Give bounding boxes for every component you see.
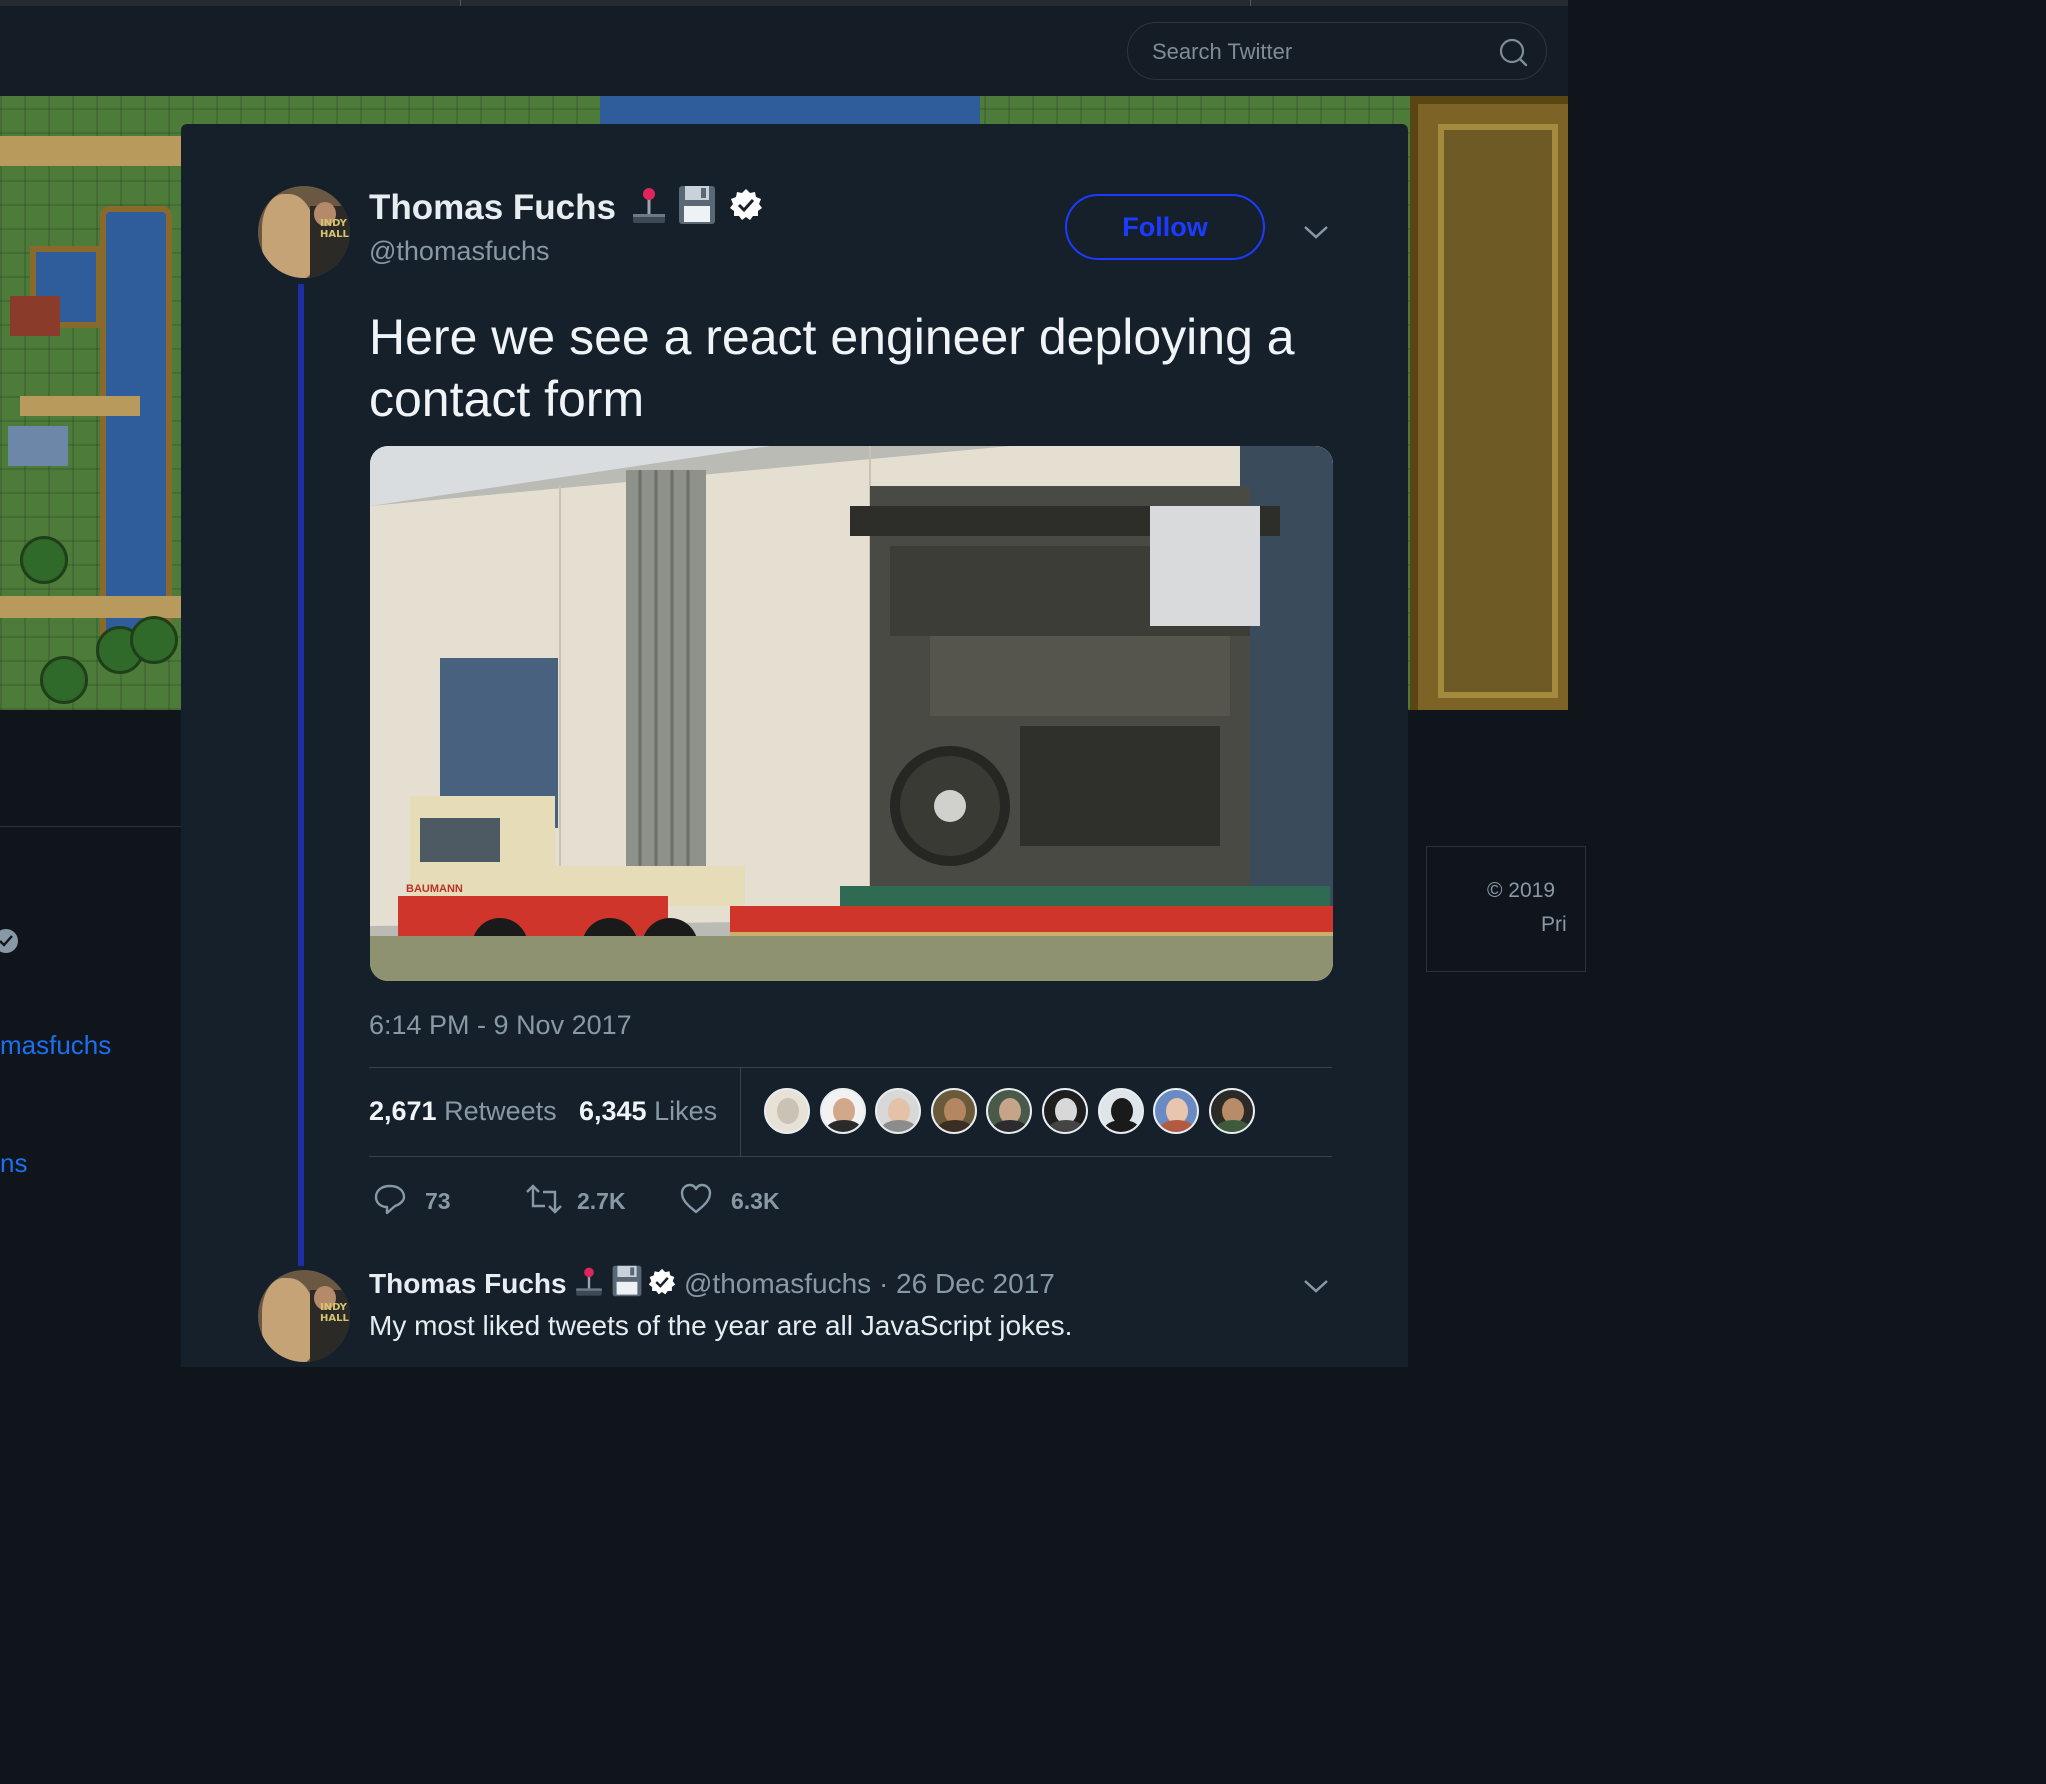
liker-avatar[interactable] <box>1098 1088 1144 1134</box>
liker-avatar[interactable] <box>986 1088 1032 1134</box>
likes-stat[interactable]: 6,345 Likes <box>579 1096 717 1127</box>
reply-text: My most liked tweets of the year are all… <box>369 1310 1073 1341</box>
author-name[interactable]: Thomas Fuchs <box>369 188 616 228</box>
liker-avatar[interactable] <box>1153 1088 1199 1134</box>
chevron-down-icon[interactable] <box>1303 224 1329 240</box>
search-box[interactable] <box>1127 22 1547 80</box>
retweet-count: 2.7K <box>577 1188 626 1214</box>
tweet-image[interactable]: BAUMANN <box>370 446 1333 981</box>
liker-avatar[interactable] <box>931 1088 977 1134</box>
reply-author-name[interactable]: Thomas Fuchs <box>369 1268 567 1300</box>
like-icon <box>680 1183 712 1214</box>
chevron-down-icon[interactable] <box>1303 1278 1329 1294</box>
floppy-disk-icon <box>677 184 717 231</box>
thread-line <box>298 284 304 1266</box>
divider <box>369 1067 1332 1068</box>
joystick-icon <box>629 186 669 231</box>
liker-avatar[interactable] <box>875 1088 921 1134</box>
liker-avatar[interactable] <box>764 1088 810 1134</box>
follow-button[interactable]: Follow <box>1065 194 1265 260</box>
privacy-link[interactable]: Pri <box>1541 913 1567 937</box>
liker-avatar[interactable] <box>1209 1088 1255 1134</box>
divider <box>0 826 181 827</box>
search-icon[interactable] <box>1498 37 1528 67</box>
verified-icon <box>648 1268 676 1301</box>
liker-avatar[interactable] <box>820 1088 866 1134</box>
reply-meta[interactable]: @thomasfuchs · 26 Dec 2017 <box>684 1268 1055 1300</box>
retweet-icon <box>526 1184 562 1214</box>
liker-avatar[interactable] <box>1042 1088 1088 1134</box>
joystick-icon <box>573 1266 605 1303</box>
floppy-disk-icon <box>611 1264 643 1303</box>
avatar-shirt-text: INDY HALL <box>320 218 349 240</box>
avatar[interactable]: INDY HALL <box>258 186 350 278</box>
sidebar-link[interactable]: ns <box>0 1148 27 1179</box>
copyright-text: © 2019 <box>1487 879 1556 902</box>
avatar[interactable]: INDY HALL <box>258 1270 350 1362</box>
author-handle[interactable]: @thomasfuchs <box>369 236 549 267</box>
reply-count: 73 <box>425 1188 451 1214</box>
tweet-modal: INDY HALL Thomas Fuchs @thomasfuchs Follo… <box>181 124 1408 1367</box>
truck-brand-text: BAUMANN <box>406 883 463 895</box>
divider <box>369 1156 1332 1157</box>
sidebar-handle-link[interactable]: masfuchs <box>0 1030 111 1061</box>
top-header <box>0 6 1568 96</box>
tweet-timestamp[interactable]: 6:14 PM - 9 Nov 2017 <box>369 1010 632 1041</box>
avatar-shirt-text: INDY HALL <box>320 1302 349 1324</box>
footer-card: © 2019 Pri <box>1426 846 1586 972</box>
search-input[interactable] <box>1150 35 1484 69</box>
verified-icon <box>0 928 22 954</box>
verified-icon <box>729 188 763 227</box>
tweet-text: Here we see a react engineer deploying a… <box>369 309 1295 427</box>
reply-icon <box>374 1184 406 1215</box>
divider <box>740 1068 741 1156</box>
like-count: 6.3K <box>731 1188 780 1214</box>
retweets-stat[interactable]: 2,671 Retweets <box>369 1096 557 1127</box>
